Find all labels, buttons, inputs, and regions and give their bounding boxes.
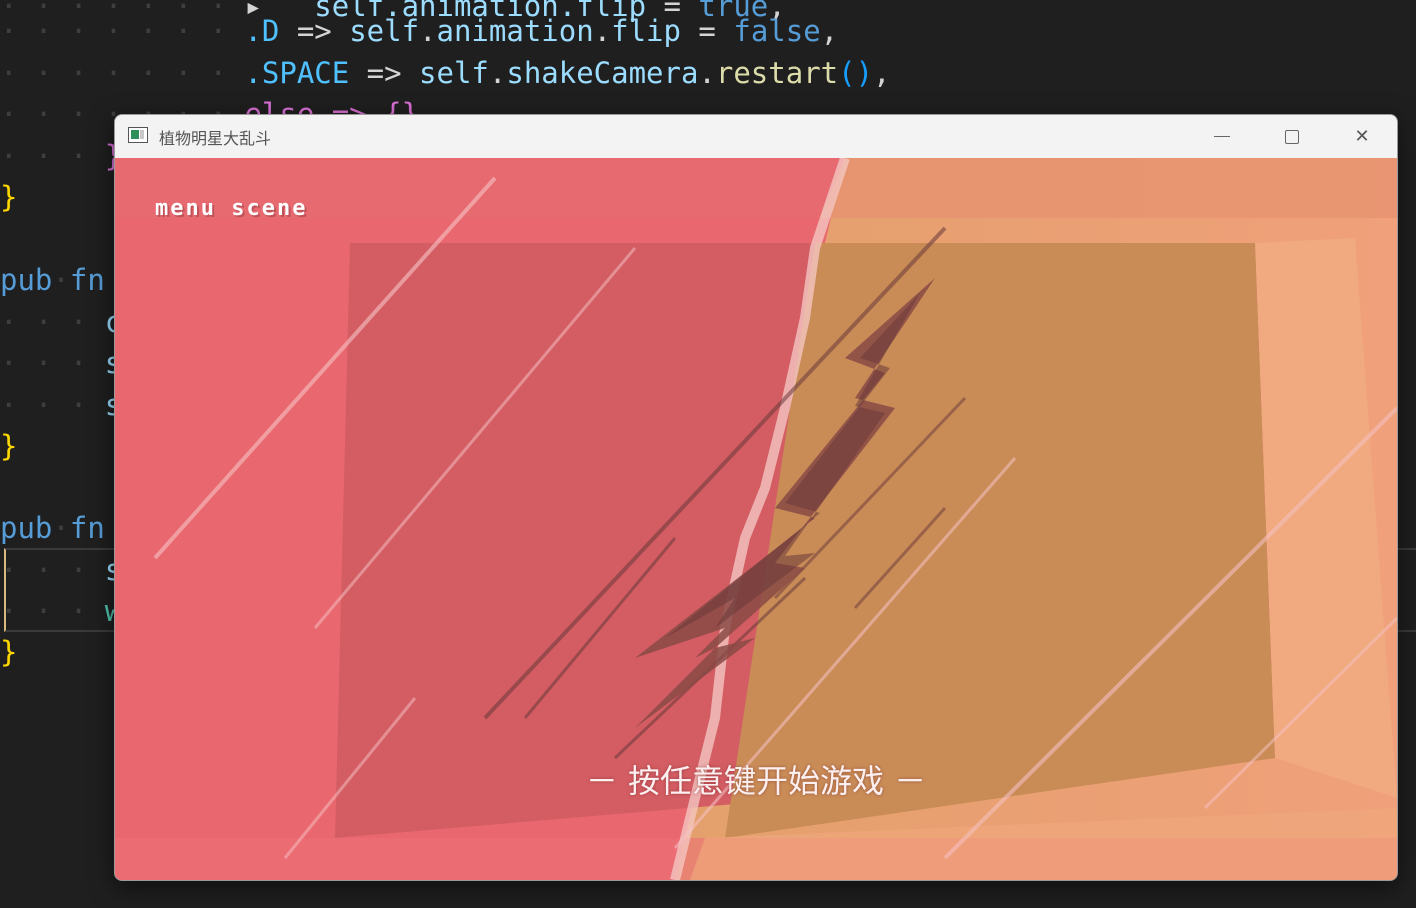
game-window[interactable]: 植物明星大乱斗 ✕ menu scene － 按任意键开始游戏 － <box>114 114 1398 881</box>
minimize-icon <box>1214 135 1230 138</box>
code-line: pub·fn <box>0 511 105 545</box>
title-bar[interactable]: 植物明星大乱斗 ✕ <box>115 115 1397 158</box>
game-canvas[interactable]: menu scene － 按任意键开始游戏 － <box>115 158 1397 880</box>
code-line: } <box>0 429 18 463</box>
code-line: · · · · · · · .D => self.animation.flip … <box>0 14 839 48</box>
scene-label: menu scene <box>155 196 308 221</box>
minimize-button[interactable] <box>1187 115 1257 158</box>
maximize-button[interactable] <box>1257 115 1327 158</box>
close-button[interactable]: ✕ <box>1327 115 1397 158</box>
app-window-icon <box>128 127 148 143</box>
code-line: · · · · · · · .SPACE => self.shakeCamera… <box>0 56 891 90</box>
code-line: } <box>0 180 18 214</box>
maximize-icon <box>1285 129 1299 144</box>
window-title: 植物明星大乱斗 <box>159 129 272 148</box>
press-any-key-prompt: － 按任意键开始游戏 － <box>585 762 927 800</box>
code-line: pub·fn <box>0 263 105 297</box>
code-line: } <box>0 635 18 669</box>
close-icon: ✕ <box>1354 126 1370 147</box>
